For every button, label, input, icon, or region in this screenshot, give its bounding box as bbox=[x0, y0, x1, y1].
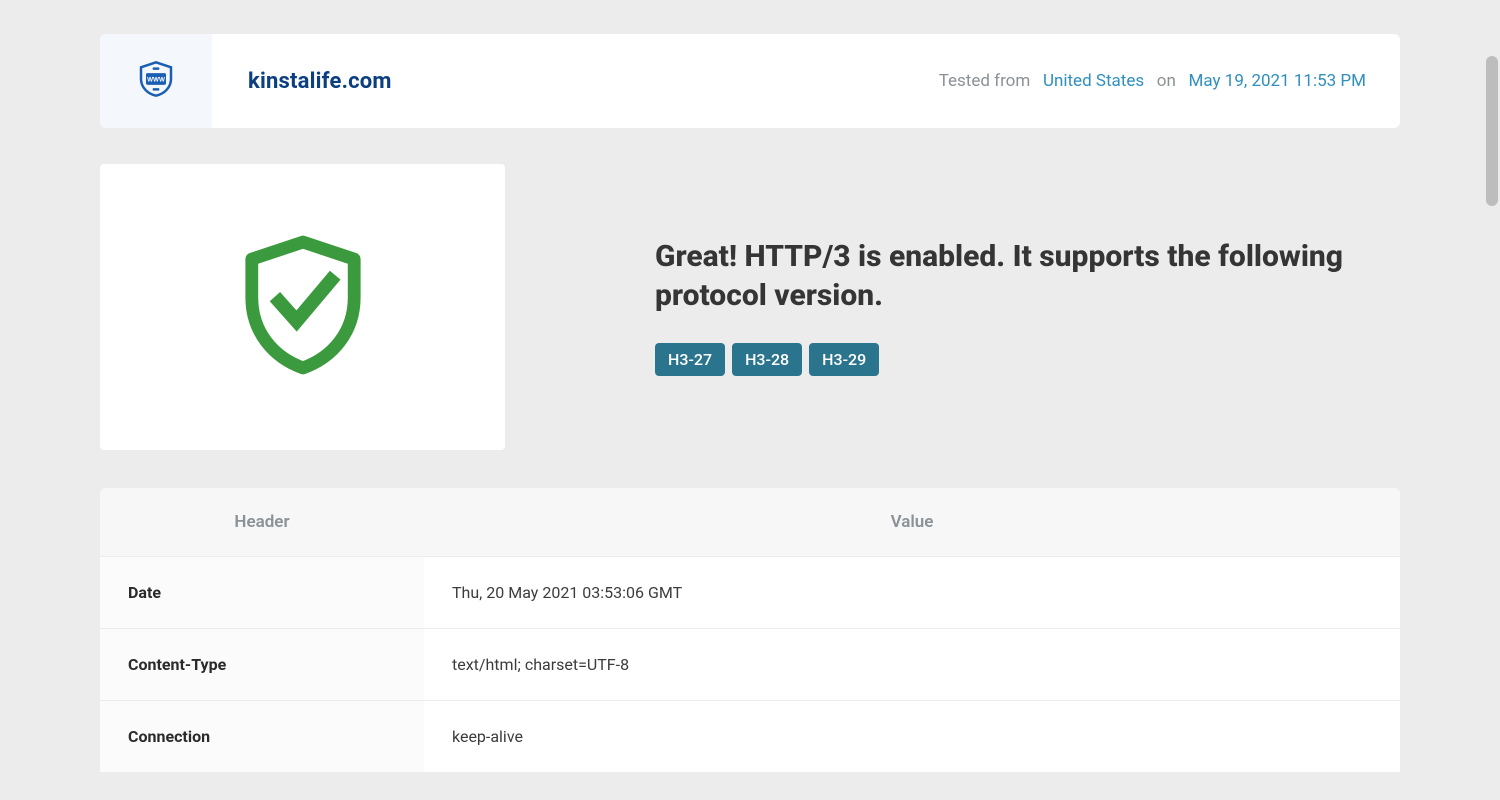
protocol-badge: H3-29 bbox=[809, 343, 879, 376]
tested-domain: kinstalife.com bbox=[212, 69, 392, 94]
tested-location: United States bbox=[1043, 71, 1144, 91]
protocol-badges: H3-27 H3-28 H3-29 bbox=[655, 343, 1400, 376]
table-row: Date Thu, 20 May 2021 03:53:06 GMT bbox=[100, 557, 1400, 629]
header-value-cell: Thu, 20 May 2021 03:53:06 GMT bbox=[424, 557, 1400, 629]
header-name-cell: Date bbox=[100, 557, 424, 629]
scrollbar-thumb[interactable] bbox=[1486, 56, 1498, 206]
header-name-cell: Content-Type bbox=[100, 629, 424, 701]
header-name-cell: Connection bbox=[100, 701, 424, 773]
shield-check-icon bbox=[239, 235, 367, 379]
result-row: Great! HTTP/3 is enabled. It supports th… bbox=[100, 164, 1400, 450]
header-value-cell: keep-alive bbox=[424, 701, 1400, 773]
top-bar: WWW kinstalife.com Tested from United St… bbox=[100, 34, 1400, 128]
svg-text:WWW: WWW bbox=[147, 77, 165, 84]
status-card bbox=[100, 164, 505, 450]
column-header-value: Value bbox=[424, 488, 1400, 557]
tested-timestamp: May 19, 2021 11:53 PM bbox=[1189, 71, 1366, 91]
headers-table-wrap: Header Value Date Thu, 20 May 2021 03:53… bbox=[100, 488, 1400, 773]
tested-from-label: Tested from bbox=[939, 71, 1031, 91]
site-logo-box: WWW bbox=[100, 34, 212, 128]
table-header-row: Header Value bbox=[100, 488, 1400, 557]
result-text-block: Great! HTTP/3 is enabled. It supports th… bbox=[655, 238, 1400, 376]
table-row: Content-Type text/html; charset=UTF-8 bbox=[100, 629, 1400, 701]
protocol-badge: H3-28 bbox=[732, 343, 802, 376]
tested-info: Tested from United States on May 19, 202… bbox=[939, 71, 1400, 91]
protocol-badge: H3-27 bbox=[655, 343, 725, 376]
column-header-name: Header bbox=[100, 488, 424, 557]
www-badge-icon: WWW bbox=[136, 59, 176, 103]
tested-on-label: on bbox=[1157, 71, 1176, 91]
header-value-cell: text/html; charset=UTF-8 bbox=[424, 629, 1400, 701]
page-container: WWW kinstalife.com Tested from United St… bbox=[100, 0, 1400, 773]
table-row: Connection keep-alive bbox=[100, 701, 1400, 773]
result-heading: Great! HTTP/3 is enabled. It supports th… bbox=[655, 238, 1400, 315]
headers-table: Header Value Date Thu, 20 May 2021 03:53… bbox=[100, 488, 1400, 773]
